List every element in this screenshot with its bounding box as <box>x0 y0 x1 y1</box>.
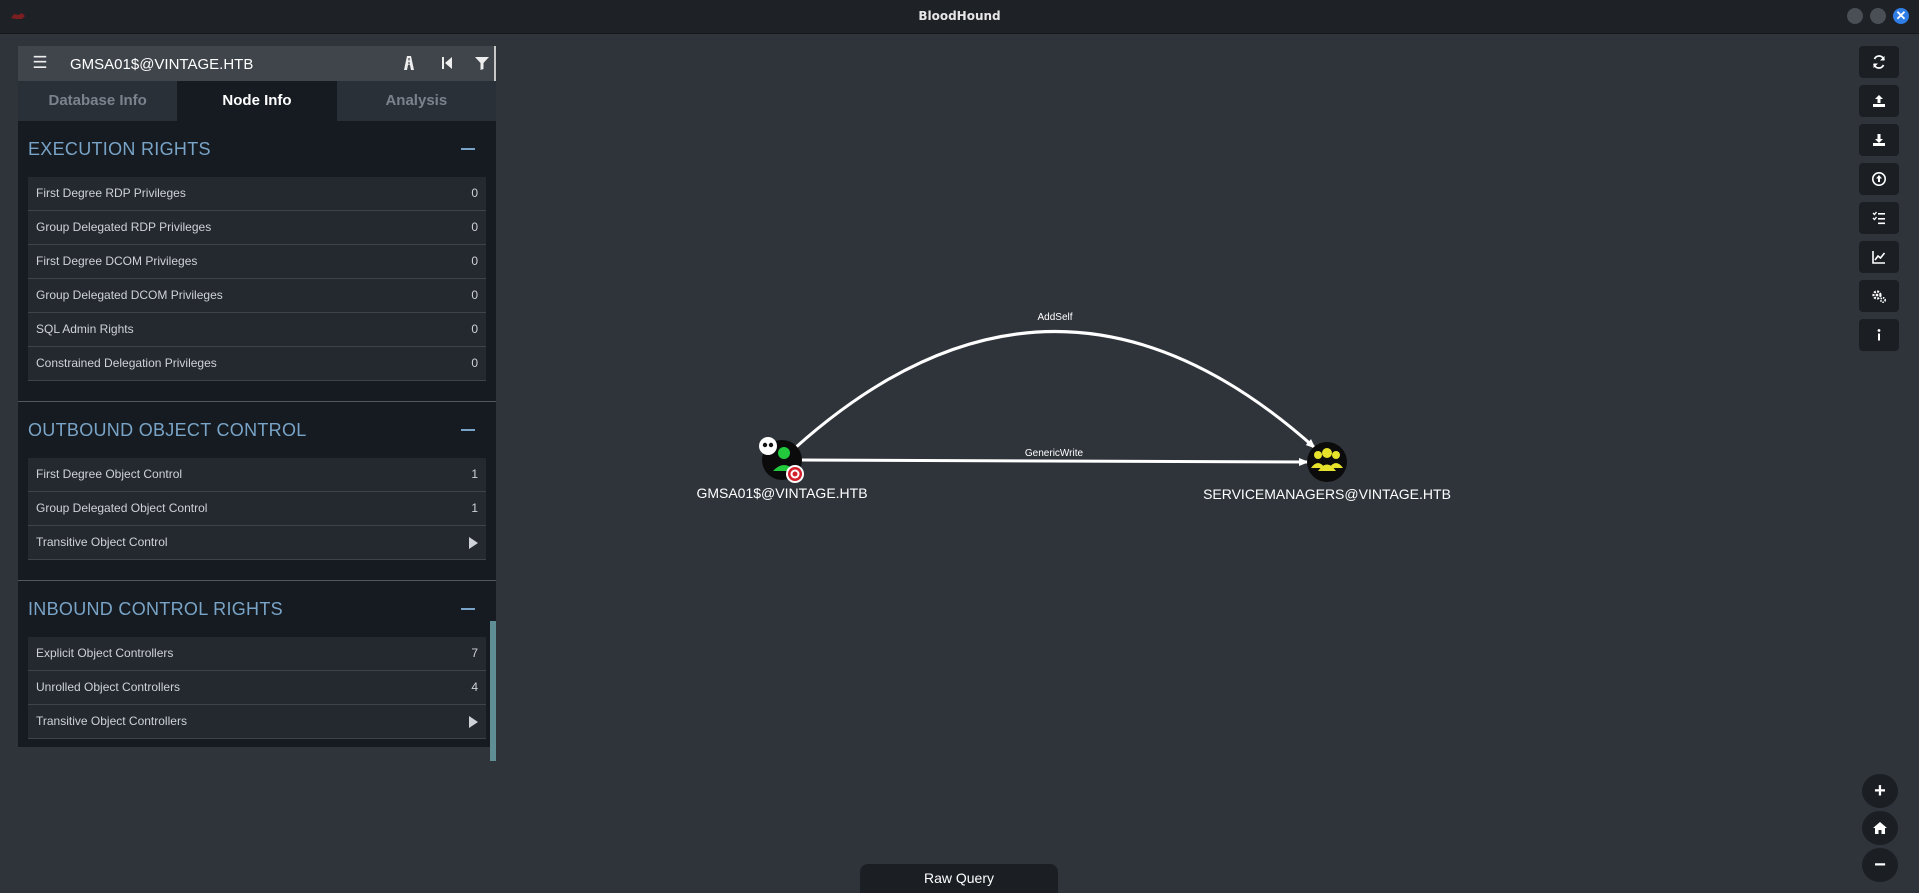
row-label: Group Delegated RDP Privileges <box>36 220 212 234</box>
row-value: 0 <box>471 254 478 268</box>
edge-label-addself: AddSelf <box>1037 312 1072 323</box>
zoom-controls: + − <box>1862 774 1898 885</box>
node-user[interactable] <box>759 437 804 483</box>
section-title: INBOUND CONTROL RIGHTS <box>28 599 283 619</box>
row-value: 1 <box>471 501 478 515</box>
chart-button[interactable] <box>1859 241 1899 273</box>
section-execution-rights: EXECUTION RIGHTS First Degree RDP Privil… <box>18 121 496 402</box>
row-label: Explicit Object Controllers <box>36 646 174 660</box>
edge-addself[interactable] <box>793 330 1317 450</box>
section-title: EXECUTION RIGHTS <box>28 139 211 159</box>
row-value: 0 <box>471 356 478 370</box>
zoom-out-icon: − <box>1874 853 1886 876</box>
expand-arrow-icon <box>469 537 478 549</box>
row-label: Group Delegated Object Control <box>36 501 208 515</box>
import-button[interactable] <box>1859 163 1899 195</box>
section-inbound-control-rights: INBOUND CONTROL RIGHTS Explicit Object C… <box>18 581 496 743</box>
download-icon <box>1873 134 1885 146</box>
collapse-icon[interactable] <box>458 139 478 159</box>
info-icon <box>1877 329 1881 341</box>
row-label: First Degree Object Control <box>36 467 183 481</box>
edge-label-genericwrite: GenericWrite <box>1025 448 1084 459</box>
skull-icon <box>759 437 777 455</box>
upload-button[interactable] <box>1859 85 1899 117</box>
section-title: OUTBOUND OBJECT CONTROL <box>28 420 307 440</box>
refresh-icon <box>1873 55 1885 69</box>
list-item[interactable]: First Degree Object Control 1 <box>28 458 486 492</box>
row-value: 0 <box>471 220 478 234</box>
list-item[interactable]: Explicit Object Controllers 7 <box>28 637 486 671</box>
right-toolbar <box>1859 46 1899 358</box>
expand-arrow-icon <box>469 716 478 728</box>
maximize-button[interactable] <box>1870 8 1886 24</box>
list-item[interactable]: First Degree DCOM Privileges 0 <box>28 245 486 279</box>
row-value: 4 <box>471 680 478 694</box>
zoom-in-button[interactable]: + <box>1862 774 1898 808</box>
search-input[interactable] <box>68 50 392 78</box>
row-value: 0 <box>471 186 478 200</box>
tab-database-info[interactable]: Database Info <box>18 81 178 121</box>
info-button[interactable] <box>1859 319 1899 351</box>
chart-icon <box>1872 251 1886 264</box>
list-item[interactable]: SQL Admin Rights 0 <box>28 313 486 347</box>
menu-icon[interactable]: ☰ <box>28 51 52 75</box>
row-label: SQL Admin Rights <box>36 322 134 336</box>
back-icon[interactable] <box>435 51 459 75</box>
zoom-out-button[interactable]: − <box>1862 848 1898 882</box>
row-value: 0 <box>471 322 478 336</box>
list-item[interactable]: Transitive Object Controllers <box>28 705 486 739</box>
refresh-button[interactable] <box>1859 46 1899 78</box>
row-value: 1 <box>471 467 478 481</box>
list-item[interactable]: Group Delegated DCOM Privileges 0 <box>28 279 486 313</box>
home-button[interactable] <box>1862 811 1898 845</box>
node-label-user: GMSA01$@VINTAGE.HTB <box>696 485 867 501</box>
edge-genericwrite[interactable] <box>799 457 1309 466</box>
row-label: First Degree DCOM Privileges <box>36 254 198 268</box>
raw-query-button[interactable]: Raw Query <box>860 864 1058 893</box>
list-item[interactable]: Transitive Object Control <box>28 526 486 560</box>
row-value: 7 <box>471 646 478 660</box>
filter-icon[interactable] <box>470 51 494 75</box>
minimize-button[interactable] <box>1847 8 1863 24</box>
zoom-in-icon: + <box>1874 779 1886 802</box>
node-info-panel: ☰ Database Info Node Info Analysis EXECU… <box>18 46 496 761</box>
tab-analysis[interactable]: Analysis <box>336 81 496 121</box>
list-item[interactable]: First Degree RDP Privileges 0 <box>28 177 486 211</box>
row-label: Transitive Object Control <box>36 535 168 549</box>
collapse-icon[interactable] <box>458 599 478 619</box>
panel-tabs: Database Info Node Info Analysis <box>18 81 496 121</box>
row-label: Unrolled Object Controllers <box>36 680 181 694</box>
download-button[interactable] <box>1859 124 1899 156</box>
pathfinding-icon[interactable] <box>397 51 421 75</box>
settings-button[interactable] <box>1859 280 1899 312</box>
panel-body: EXECUTION RIGHTS First Degree RDP Privil… <box>18 121 496 761</box>
tab-node-info[interactable]: Node Info <box>177 81 337 121</box>
list-item[interactable]: Unrolled Object Controllers 4 <box>28 671 486 705</box>
target-icon <box>786 465 804 483</box>
user-icon <box>778 447 790 459</box>
search-bar: ☰ <box>18 46 496 81</box>
row-label: First Degree RDP Privileges <box>36 186 186 200</box>
window-title: BloodHound <box>918 9 1001 23</box>
list-item[interactable]: Group Delegated RDP Privileges 0 <box>28 211 486 245</box>
node-group[interactable] <box>1307 442 1347 482</box>
settings-icon <box>1872 290 1887 304</box>
tasks-button[interactable] <box>1859 202 1899 234</box>
home-icon <box>1873 822 1887 834</box>
row-label: Group Delegated DCOM Privileges <box>36 288 223 302</box>
list-item[interactable]: Group Delegated Object Control 1 <box>28 492 486 526</box>
row-label: Transitive Object Controllers <box>36 714 187 728</box>
node-label-group: SERVICEMANAGERS@VINTAGE.HTB <box>1203 486 1451 502</box>
collapse-icon[interactable] <box>458 420 478 440</box>
tasks-icon <box>1872 211 1885 225</box>
title-bar: BloodHound ✕ <box>0 0 1919 34</box>
upload-icon <box>1873 95 1885 107</box>
row-label: Constrained Delegation Privileges <box>36 356 217 370</box>
close-button[interactable]: ✕ <box>1893 8 1909 24</box>
list-item[interactable]: Constrained Delegation Privileges 0 <box>28 347 486 381</box>
section-outbound-object-control: OUTBOUND OBJECT CONTROL First Degree Obj… <box>18 402 496 581</box>
scrollbar-thumb[interactable] <box>490 621 496 761</box>
import-icon <box>1872 172 1886 186</box>
row-value: 0 <box>471 288 478 302</box>
